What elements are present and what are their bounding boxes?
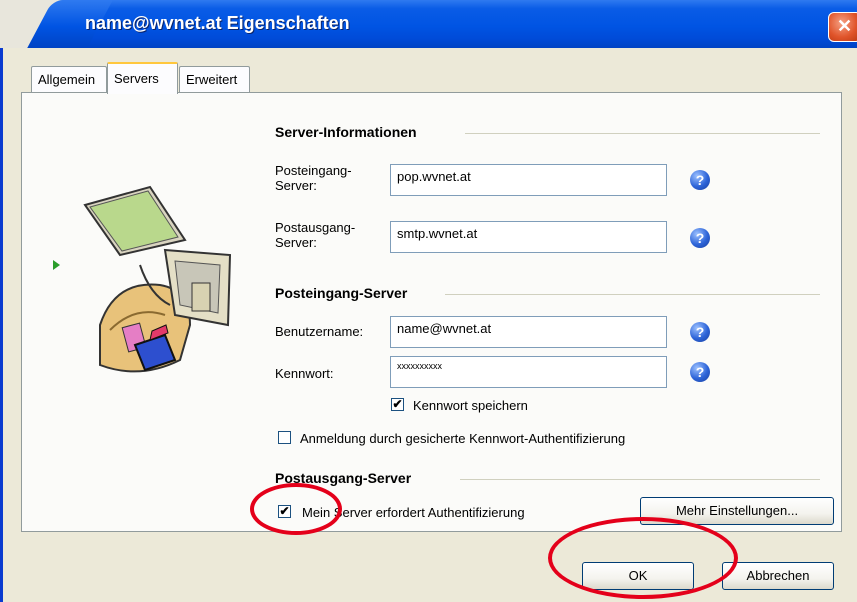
- help-question-icon[interactable]: ?: [690, 362, 710, 382]
- window-left-border: [0, 48, 3, 602]
- focus-arrow-icon: [53, 260, 60, 270]
- mail-server-illustration-icon: [83, 185, 232, 373]
- cancel-button[interactable]: Abbrechen: [722, 562, 834, 590]
- tab-erweitert[interactable]: Erweitert: [179, 66, 250, 92]
- incoming-server-label: Posteingang- Server:: [275, 163, 352, 193]
- highlight-ellipse-auth: [250, 483, 342, 535]
- window-title: name@wvnet.at Eigenschaften: [85, 13, 350, 33]
- divider: [445, 294, 820, 295]
- help-question-icon[interactable]: ?: [690, 170, 710, 190]
- spa-label: Anmeldung durch gesicherte Kennwort-Auth…: [300, 431, 626, 446]
- outgoing-server-input[interactable]: smtp.wvnet.at: [390, 221, 667, 253]
- incoming-server-input[interactable]: pop.wvnet.at: [390, 164, 667, 196]
- save-password-checkbox[interactable]: ✔: [391, 398, 404, 411]
- outgoing-server-label: Postausgang- Server:: [275, 220, 356, 250]
- help-question-icon[interactable]: ?: [690, 228, 710, 248]
- username-input[interactable]: name@wvnet.at: [390, 316, 667, 348]
- help-question-icon[interactable]: ?: [690, 322, 710, 342]
- username-label: Benutzername:: [275, 324, 364, 339]
- save-password-label: Kennwort speichern: [413, 398, 528, 413]
- close-button[interactable]: ✕: [828, 12, 857, 42]
- password-label: Kennwort:: [275, 366, 334, 381]
- close-icon: ✕: [837, 16, 853, 36]
- tab-allgemein[interactable]: Allgemein: [31, 66, 107, 92]
- spa-checkbox[interactable]: [278, 431, 291, 444]
- highlight-ellipse-ok: [548, 517, 738, 599]
- incoming-server-heading: Posteingang-Server: [275, 285, 408, 301]
- divider: [460, 479, 820, 480]
- password-input[interactable]: xxxxxxxxxx: [390, 356, 667, 388]
- tab-servers[interactable]: Servers: [107, 62, 178, 94]
- divider: [465, 133, 820, 134]
- server-info-heading: Server-Informationen: [275, 124, 417, 140]
